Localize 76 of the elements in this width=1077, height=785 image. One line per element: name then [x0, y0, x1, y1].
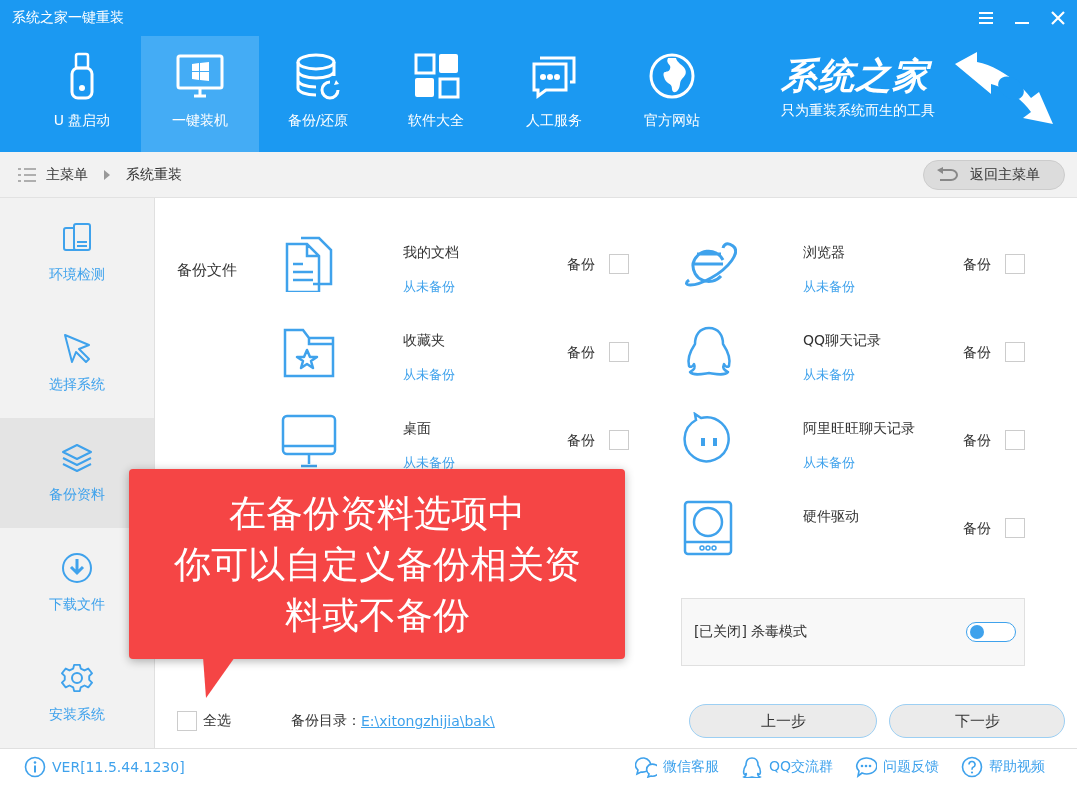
backup-label: 备份	[567, 431, 595, 450]
backup-label: 备份	[567, 343, 595, 362]
section-label: 备份文件	[177, 261, 237, 279]
backup-checkbox[interactable]	[1005, 254, 1025, 274]
select-all-label[interactable]: 全选	[203, 712, 231, 730]
backup-status: 从未备份	[403, 454, 456, 472]
layers-icon	[61, 442, 93, 474]
backup-checkbox[interactable]	[609, 430, 629, 450]
cursor-icon	[61, 332, 93, 364]
chat-bubbles-icon	[634, 756, 657, 778]
devices-icon	[61, 222, 93, 254]
backup-status: 从未备份	[403, 366, 456, 384]
backup-status: 从未备份	[803, 366, 856, 384]
breadcrumb-item: 系统重装	[126, 165, 182, 184]
antivirus-toggle[interactable]	[966, 622, 1016, 642]
item-name: 浏览器	[803, 243, 846, 262]
backup-label: 备份	[963, 343, 991, 362]
nav-tab[interactable]: 官方网站	[613, 36, 731, 152]
backup-checkbox[interactable]	[609, 254, 629, 274]
backup-label: 备份	[963, 431, 991, 450]
footer-link[interactable]: QQ交流群	[768, 758, 833, 776]
squares-icon	[412, 52, 460, 102]
footer-link[interactable]: 微信客服	[662, 758, 719, 776]
item-name: 桌面	[403, 419, 432, 438]
item-name: 硬件驱动	[803, 507, 860, 526]
backup-status: 从未备份	[803, 278, 856, 296]
item-name: QQ聊天记录	[803, 331, 883, 350]
help-icon	[961, 756, 983, 778]
breadcrumb-separator-icon	[104, 169, 110, 180]
monitor-icon	[281, 412, 337, 468]
database-icon	[294, 52, 342, 102]
close-icon[interactable]	[1051, 11, 1065, 25]
select-all-checkbox[interactable]	[177, 711, 197, 731]
return-arrow-icon	[936, 166, 958, 183]
backup-label: 备份	[963, 519, 991, 538]
next-button[interactable]: 下一步	[889, 704, 1065, 738]
nav-tab[interactable]: 人工服务	[495, 36, 613, 152]
window-title: 系统之家一键重装	[12, 9, 125, 27]
tooltip: 在备份资料选项中 你可以自定义备份相关资料或不备份	[129, 469, 625, 659]
breadcrumb-item[interactable]: 主菜单	[46, 165, 88, 184]
backup-checkbox[interactable]	[1005, 518, 1025, 538]
sidebar-item[interactable]: 选择系统	[0, 308, 154, 418]
backup-checkbox[interactable]	[609, 342, 629, 362]
list-icon	[18, 167, 36, 182]
item-name: 阿里旺旺聊天记录	[803, 419, 916, 438]
backup-dir-link[interactable]: E:\xitongzhijia\bak\	[361, 713, 495, 729]
footer-link[interactable]: 帮助视频	[989, 758, 1045, 776]
info-icon	[24, 756, 46, 778]
backup-checkbox[interactable]	[1005, 430, 1025, 450]
sidebar-item[interactable]: 备份资料	[0, 418, 154, 528]
back-button[interactable]: 返回主菜单	[923, 159, 1065, 190]
nav-tab[interactable]: 一键装机	[141, 36, 259, 152]
backup-dir-label: 备份目录：	[291, 712, 361, 730]
backup-status: 从未备份	[403, 278, 456, 296]
nav-tab[interactable]: U 盘启动	[23, 36, 141, 152]
penguin-icon	[740, 756, 763, 778]
backup-status: 从未备份	[803, 454, 856, 472]
footer-link[interactable]: 问题反馈	[883, 758, 939, 776]
logo-title: 系统之家	[781, 58, 935, 94]
backup-label: 备份	[963, 255, 991, 274]
download-icon	[61, 552, 93, 584]
item-name: 我的文档	[403, 243, 460, 262]
settings-icon	[61, 662, 93, 694]
version-text: VER[11.5.44.1230]	[52, 759, 185, 775]
nav-tab[interactable]: 软件大全	[377, 36, 495, 152]
item-name: 收藏夹	[403, 331, 446, 350]
menu-icon[interactable]	[979, 12, 993, 24]
backup-checkbox[interactable]	[1005, 342, 1025, 362]
nav-tab[interactable]: 备份/还原	[259, 36, 377, 152]
sidebar-item[interactable]: 环境检测	[0, 198, 154, 308]
tooltip-tail-icon	[203, 657, 235, 699]
prev-button[interactable]: 上一步	[689, 704, 877, 738]
chat-bubble-icon	[855, 756, 877, 778]
logo-slogan: 只为重装系统而生的工具	[781, 102, 935, 120]
antivirus-label: [已关闭] 杀毒模式	[694, 623, 808, 641]
backup-label: 备份	[567, 255, 595, 274]
